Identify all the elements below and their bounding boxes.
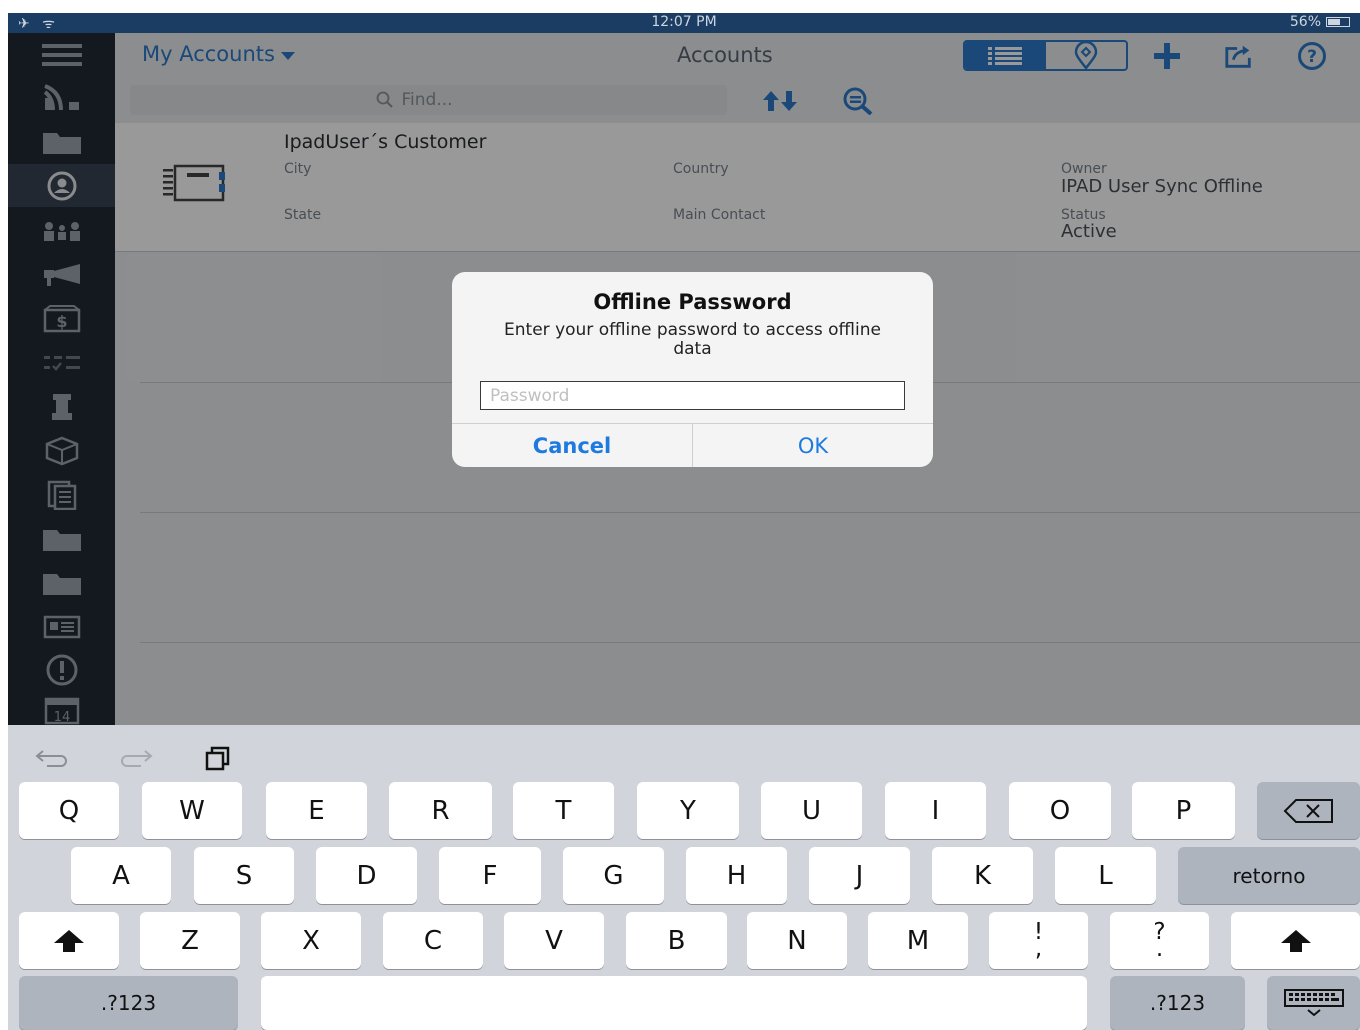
key-k[interactable]: K	[932, 847, 1033, 904]
backspace-icon	[1283, 798, 1333, 823]
undo-button[interactable]	[30, 741, 74, 775]
key-l[interactable]: L	[1055, 847, 1156, 904]
ok-button[interactable]: OK	[693, 424, 933, 467]
shift-left-key[interactable]	[19, 912, 119, 969]
key-p[interactable]: P	[1132, 782, 1235, 839]
dialog-message: Enter your offline password to access of…	[504, 320, 881, 359]
key-n[interactable]: N	[747, 912, 847, 969]
key-w[interactable]: W	[142, 782, 242, 839]
key-bottom-char: ,	[1034, 935, 1043, 962]
redo-icon	[121, 750, 153, 767]
key-i[interactable]: I	[885, 782, 986, 839]
key-f[interactable]: F	[439, 847, 541, 904]
key-z[interactable]: Z	[140, 912, 240, 969]
key-x[interactable]: X	[261, 912, 361, 969]
keyboard-hide-icon	[1283, 989, 1344, 1017]
key-g[interactable]: G	[563, 847, 664, 904]
key-t[interactable]: T	[513, 782, 614, 839]
paste-icon	[205, 746, 230, 771]
key-d[interactable]: D	[316, 847, 417, 904]
offline-password-dialog: Offline Password Enter your offline pass…	[452, 272, 933, 467]
paste-button[interactable]	[196, 741, 240, 775]
shift-right-key[interactable]	[1231, 912, 1360, 969]
key-question-period[interactable]: ?.	[1110, 912, 1209, 969]
return-key[interactable]: retorno	[1178, 847, 1360, 904]
key-s[interactable]: S	[194, 847, 294, 904]
battery-percent: 56%	[1289, 14, 1321, 30]
key-e[interactable]: E	[266, 782, 367, 839]
key-y[interactable]: Y	[637, 782, 739, 839]
key-b[interactable]: B	[626, 912, 727, 969]
shift-icon	[1280, 929, 1311, 952]
key-h[interactable]: H	[686, 847, 787, 904]
key-r[interactable]: R	[389, 782, 492, 839]
backspace-key[interactable]	[1257, 782, 1360, 839]
dismiss-keyboard-key[interactable]	[1267, 976, 1360, 1030]
shift-icon	[54, 929, 84, 952]
key-o[interactable]: O	[1009, 782, 1111, 839]
battery-indicator: 56%	[1290, 14, 1350, 30]
status-time: 12:07 PM	[651, 14, 717, 30]
key-m[interactable]: M	[868, 912, 968, 969]
on-screen-keyboard: Q W E R T Y U I O P A S D F G H J K L re…	[8, 725, 1360, 1030]
key-v[interactable]: V	[504, 912, 604, 969]
dialog-title: Offline Password	[593, 290, 792, 314]
key-u[interactable]: U	[761, 782, 862, 839]
key-a[interactable]: A	[71, 847, 171, 904]
battery-icon	[1326, 17, 1350, 27]
key-j[interactable]: J	[809, 847, 910, 904]
space-bar[interactable]	[261, 976, 1087, 1030]
undo-icon	[35, 750, 67, 767]
redo-button[interactable]	[114, 741, 158, 775]
dialog-buttons: Cancel OK	[452, 423, 933, 467]
key-exclaim-comma[interactable]: !,	[989, 912, 1088, 969]
status-bar: ✈ ᯤ 12:07 PM 56%	[8, 13, 1360, 33]
password-input[interactable]	[480, 381, 905, 410]
key-bottom-char: .	[1155, 935, 1164, 962]
numbers-key-left[interactable]: .?123	[19, 976, 238, 1030]
cancel-button[interactable]: Cancel	[452, 424, 693, 467]
key-q[interactable]: Q	[19, 782, 119, 839]
numbers-key-right[interactable]: .?123	[1110, 976, 1245, 1030]
key-c[interactable]: C	[383, 912, 483, 969]
